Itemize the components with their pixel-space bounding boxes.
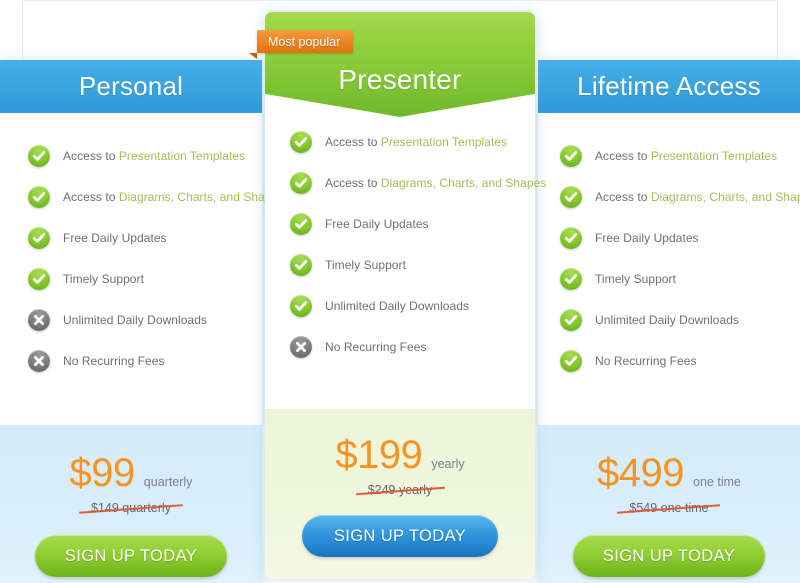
feature-label: Free Daily Updates [325, 216, 429, 231]
check-icon [290, 253, 312, 276]
feature-item: Access to Presentation Templates [538, 135, 800, 176]
feature-item: No Recurring Fees [538, 340, 800, 381]
feature-item: Access to Presentation Templates [0, 135, 262, 176]
pricing-footer-presenter: $199 yearly $249 yearly SIGN UP TODAY [265, 409, 535, 579]
price-line: $499 one time [538, 453, 800, 493]
cross-icon [28, 349, 50, 372]
plan-header-personal: Personal [0, 60, 262, 123]
price-line: $99 quarterly [0, 453, 262, 493]
feature-item: Timely Support [538, 258, 800, 299]
feature-label: Access to Presentation Templates [325, 134, 508, 149]
feature-item: Access to Diagrams, Charts, and Shapes [538, 176, 800, 217]
feature-label: Access to Presentation Templates [63, 148, 246, 163]
feature-item: Access to Diagrams, Charts, and Shapes [0, 176, 284, 217]
plan-header-presenter: Presenter [265, 12, 535, 117]
sign-up-button[interactable]: SIGN UP TODAY [573, 535, 765, 577]
feature-label: Access to Diagrams, Charts, and Shapes [63, 189, 285, 204]
feature-label: No Recurring Fees [325, 339, 427, 354]
feature-item: Free Daily Updates [265, 203, 535, 244]
feature-label: Unlimited Daily Downloads [595, 312, 739, 327]
pricing-table: Personal Access to Presentation Template… [0, 0, 800, 583]
plan-title: Presenter [338, 64, 462, 95]
check-icon [560, 226, 582, 249]
feature-label: Unlimited Daily Downloads [325, 298, 469, 313]
feature-label: Free Daily Updates [63, 230, 167, 245]
feature-label: Timely Support [595, 271, 676, 286]
check-icon [290, 294, 312, 317]
check-icon [560, 308, 582, 331]
feature-label: No Recurring Fees [63, 353, 165, 368]
feature-item: No Recurring Fees [265, 326, 535, 367]
price-period: quarterly [143, 475, 193, 489]
check-icon [560, 185, 582, 208]
feature-item: Unlimited Daily Downloads [265, 285, 535, 326]
feature-item: Timely Support [265, 244, 535, 285]
price-line: $199 yearly [265, 435, 535, 475]
pricing-footer-personal: $99 quarterly $149 quarterly SIGN UP TOD… [0, 425, 262, 583]
feature-item: Access to Presentation Templates [265, 121, 535, 162]
badge-fold [249, 53, 257, 59]
feature-item: Access to Diagrams, Charts, and Shapes [265, 162, 546, 203]
feature-label: Free Daily Updates [595, 230, 699, 245]
check-icon [28, 144, 50, 167]
feature-label: Unlimited Daily Downloads [63, 312, 207, 327]
check-icon [560, 349, 582, 372]
feature-item: Unlimited Daily Downloads [0, 299, 262, 340]
check-icon [28, 226, 50, 249]
price-amount: $199 [335, 433, 423, 477]
old-price-wrap: $249 yearly [355, 481, 445, 499]
plan-header-lifetime: Lifetime Access [538, 60, 800, 123]
feature-list-presenter: Access to Presentation Templates Access … [265, 117, 546, 409]
check-icon [560, 144, 582, 167]
check-icon [290, 171, 312, 194]
pricing-column-lifetime: Lifetime Access Access to Presentation T… [538, 60, 800, 583]
feature-item: Timely Support [0, 258, 262, 299]
old-price-wrap: $549 one time [617, 499, 721, 517]
check-icon [28, 267, 50, 290]
feature-item: Free Daily Updates [538, 217, 800, 258]
feature-list-personal: Access to Presentation Templates Access … [0, 113, 284, 425]
pricing-column-personal: Personal Access to Presentation Template… [0, 60, 284, 583]
feature-label: Access to Diagrams, Charts, and Shapes [325, 175, 547, 190]
check-icon [290, 130, 312, 153]
feature-label: Timely Support [325, 257, 406, 272]
feature-label: Access to Diagrams, Charts, and Shapes [595, 189, 800, 204]
pricing-column-presenter: Most popular Presenter Access to Present… [249, 12, 546, 579]
check-icon [28, 185, 50, 208]
feature-item: Unlimited Daily Downloads [538, 299, 800, 340]
cross-icon [290, 335, 312, 358]
chevron-notch [0, 381, 262, 401]
price-period: one time [693, 475, 741, 489]
check-icon [290, 212, 312, 235]
feature-label: Access to Presentation Templates [595, 148, 778, 163]
price-amount: $99 [69, 451, 136, 495]
chevron-notch [538, 381, 800, 401]
cross-icon [28, 308, 50, 331]
feature-label: Timely Support [63, 271, 144, 286]
feature-list-lifetime: Access to Presentation Templates Access … [538, 113, 800, 425]
feature-item: No Recurring Fees [0, 340, 262, 381]
check-icon [560, 267, 582, 290]
sign-up-button[interactable]: SIGN UP TODAY [302, 515, 498, 557]
plan-title: Lifetime Access [577, 71, 761, 101]
old-price-wrap: $149 quarterly [79, 499, 183, 517]
price-period: yearly [431, 457, 465, 471]
feature-label: No Recurring Fees [595, 353, 697, 368]
most-popular-badge: Most popular [249, 30, 354, 59]
pricing-footer-lifetime: $499 one time $549 one time SIGN UP TODA… [538, 425, 800, 583]
badge-label: Most popular [268, 34, 341, 49]
sign-up-button[interactable]: SIGN UP TODAY [35, 535, 227, 577]
plan-title: Personal [78, 71, 184, 101]
feature-item: Free Daily Updates [0, 217, 262, 258]
chevron-notch [265, 367, 535, 387]
price-amount: $499 [597, 451, 685, 495]
